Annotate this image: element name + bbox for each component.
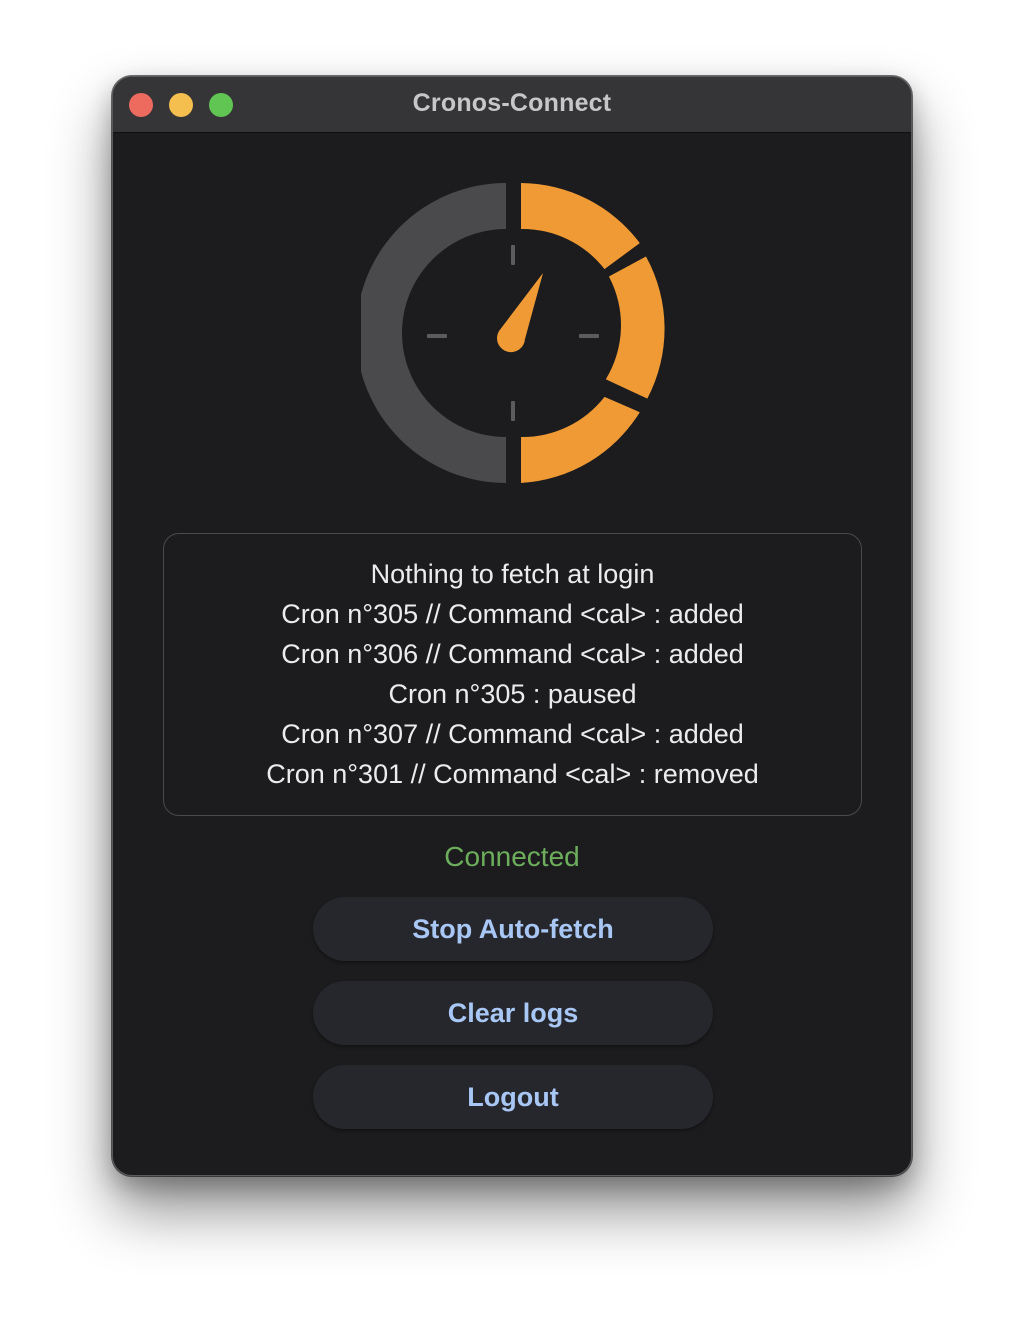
- gauge-tick-right: [579, 334, 599, 338]
- window-title: Cronos-Connect: [412, 89, 612, 117]
- logout-button[interactable]: Logout: [313, 1065, 713, 1129]
- app-window: Cronos-Connect Nothing to fetch at login…: [112, 76, 912, 1176]
- gauge-tick-left: [427, 334, 447, 338]
- log-line: Cron n°301 // Command <cal> : removed: [266, 759, 759, 789]
- gauge-segment-bottom: [521, 396, 640, 483]
- stopwatch-gauge-icon: [361, 183, 665, 483]
- gauge-tick-bottom: [511, 401, 515, 421]
- gauge-tick-top: [511, 245, 515, 265]
- stop-autofetch-button[interactable]: Stop Auto-fetch: [313, 897, 713, 961]
- gauge-track-arc: [361, 183, 506, 483]
- gauge-segment-top: [521, 183, 640, 270]
- log-panel: Nothing to fetch at login Cron n°305 // …: [163, 533, 862, 816]
- title-bar[interactable]: Cronos-Connect: [113, 77, 911, 133]
- log-line: Cron n°305 // Command <cal> : added: [281, 599, 744, 629]
- gauge-needle: [497, 273, 543, 353]
- log-line: Nothing to fetch at login: [370, 559, 655, 589]
- log-line: Cron n°307 // Command <cal> : added: [281, 719, 744, 749]
- gauge-segment-right: [605, 256, 665, 399]
- connection-status: Connected: [444, 841, 580, 872]
- log-line: Cron n°306 // Command <cal> : added: [281, 639, 744, 669]
- clear-logs-button[interactable]: Clear logs: [313, 981, 713, 1045]
- log-line: Cron n°305 : paused: [388, 679, 637, 709]
